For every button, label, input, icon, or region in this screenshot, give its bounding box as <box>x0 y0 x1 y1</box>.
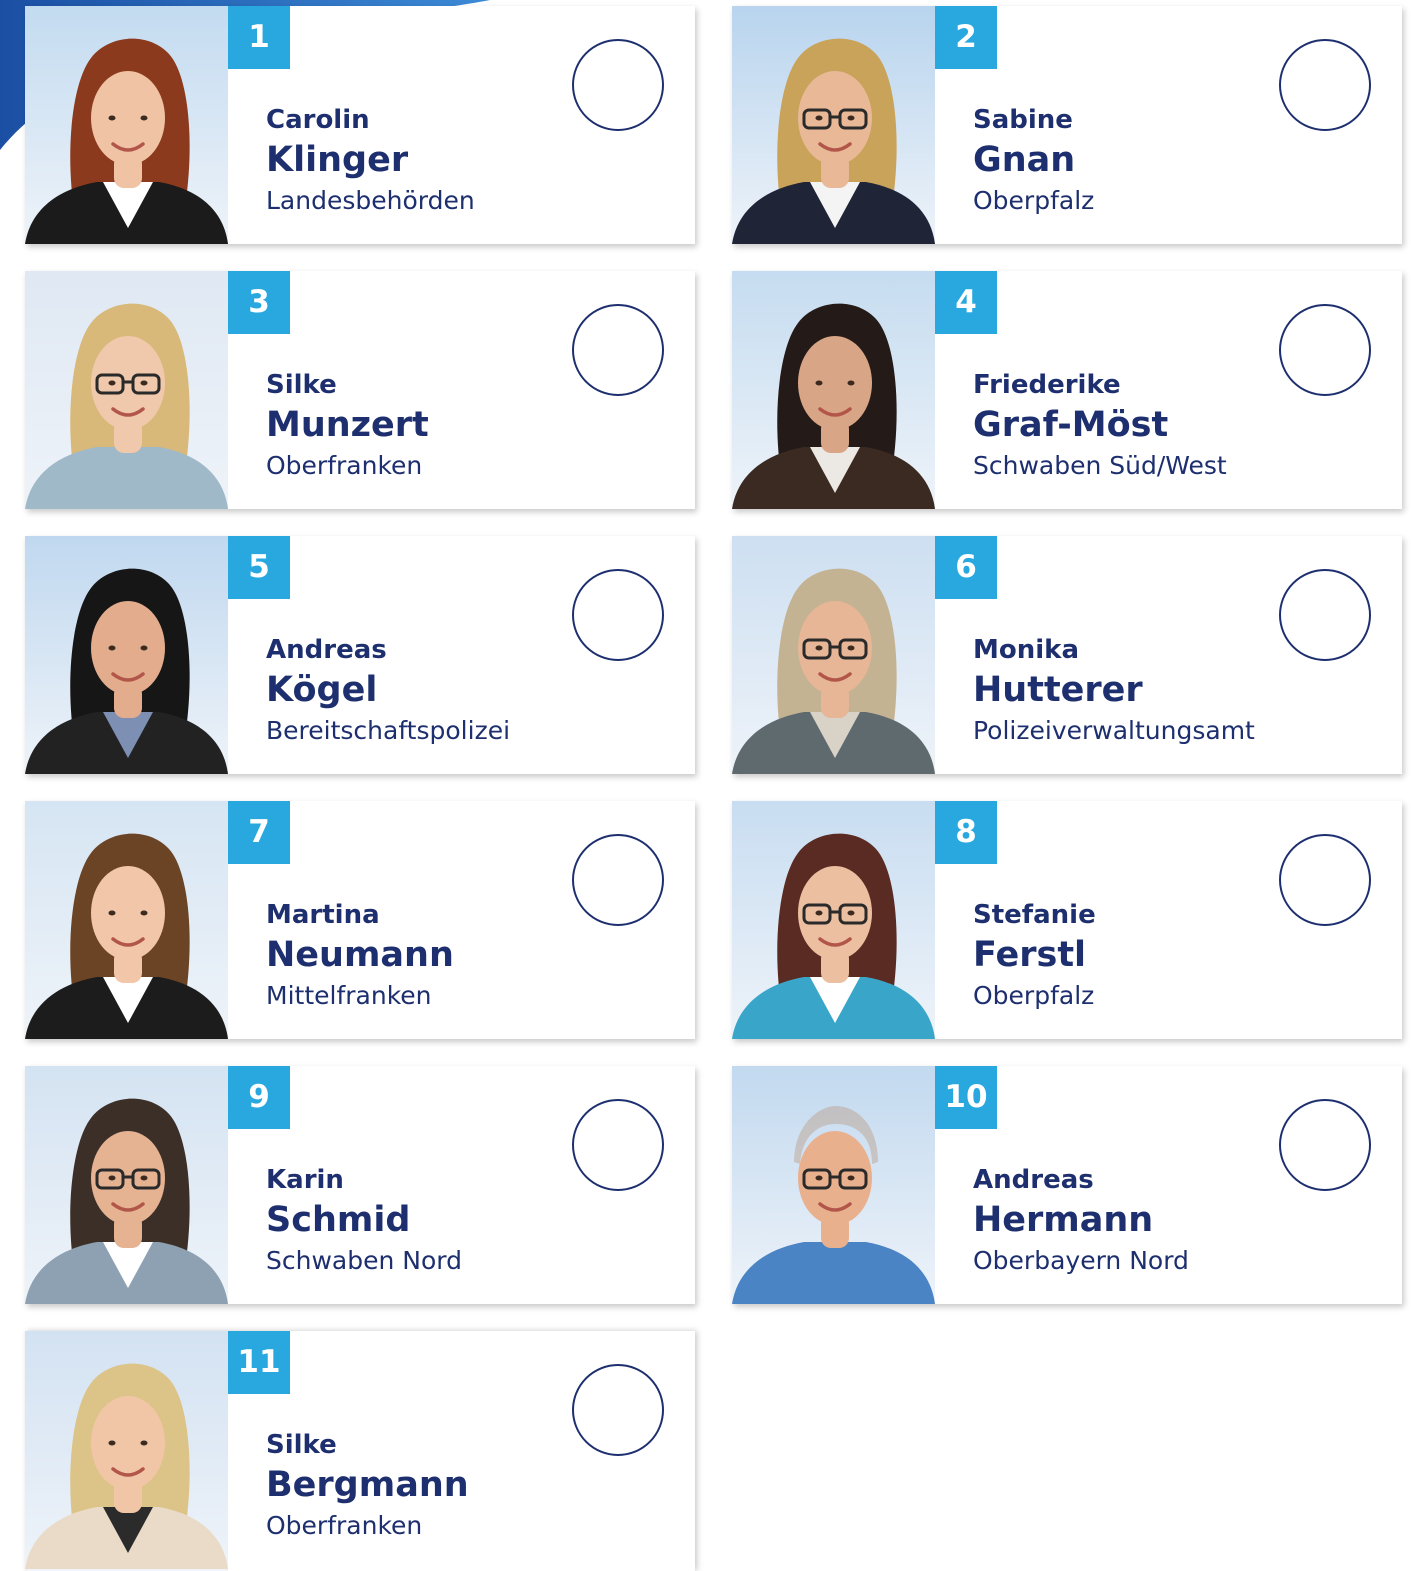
vote-checkbox[interactable] <box>572 569 664 661</box>
candidate-first-name: Andreas <box>973 1165 1094 1195</box>
candidate-region: Oberpfalz <box>973 186 1095 215</box>
vote-checkbox[interactable] <box>1279 569 1371 661</box>
candidate-first-name: Friederike <box>973 370 1121 400</box>
candidate-first-name: Andreas <box>266 635 387 665</box>
candidate-region: Oberpfalz <box>973 981 1095 1010</box>
candidate-number-badge: 6 <box>935 536 997 599</box>
candidate-photo <box>732 6 935 244</box>
vote-checkbox[interactable] <box>572 1364 664 1456</box>
candidate-region: Oberfranken <box>266 1511 423 1540</box>
candidate-number-badge: 7 <box>228 801 290 864</box>
candidate-card[interactable]: 11 Silke Bergmann Oberfranken <box>25 1331 695 1571</box>
candidate-last-name: Gnan <box>973 140 1076 180</box>
candidate-last-name: Ferstl <box>973 935 1087 975</box>
candidate-photo <box>25 536 228 774</box>
candidate-photo <box>25 1066 228 1304</box>
vote-checkbox[interactable] <box>572 834 664 926</box>
candidate-region: Oberbayern Nord <box>973 1246 1189 1275</box>
candidate-card[interactable]: 1 Carolin Klinger Landesbehörden <box>25 6 695 244</box>
candidate-first-name: Karin <box>266 1165 344 1195</box>
candidate-region: Schwaben Süd/West <box>973 451 1227 480</box>
candidate-number-badge: 4 <box>935 271 997 334</box>
candidate-last-name: Munzert <box>266 405 429 445</box>
candidate-number-badge: 8 <box>935 801 997 864</box>
vote-checkbox[interactable] <box>1279 304 1371 396</box>
candidate-first-name: Silke <box>266 370 337 400</box>
candidate-region: Landesbehörden <box>266 186 475 215</box>
candidate-card[interactable]: 5 Andreas Kögel Bereitschaftspolizei <box>25 536 695 774</box>
candidate-first-name: Silke <box>266 1430 337 1460</box>
candidate-photo <box>732 801 935 1039</box>
candidate-first-name: Carolin <box>266 105 370 135</box>
candidate-last-name: Neumann <box>266 935 454 975</box>
candidate-photo <box>732 271 935 509</box>
candidate-first-name: Monika <box>973 635 1079 665</box>
candidate-region: Oberfranken <box>266 451 423 480</box>
vote-checkbox[interactable] <box>1279 834 1371 926</box>
candidate-grid: 1 Carolin Klinger Landesbehörden 2 Sabine Gnan… <box>0 0 1411 1571</box>
candidate-number-badge: 1 <box>228 6 290 69</box>
candidate-last-name: Hermann <box>973 1200 1154 1240</box>
candidate-card[interactable]: 7 Martina Neumann Mittelfranken <box>25 801 695 1039</box>
candidate-number-badge: 9 <box>228 1066 290 1129</box>
vote-checkbox[interactable] <box>572 39 664 131</box>
candidate-number-badge: 3 <box>228 271 290 334</box>
candidate-photo <box>732 536 935 774</box>
candidate-region: Schwaben Nord <box>266 1246 462 1275</box>
candidate-last-name: Hutterer <box>973 670 1143 710</box>
candidate-card[interactable]: 3 Silke Munzert Oberfranken <box>25 271 695 509</box>
candidate-card[interactable]: 9 Karin Schmid Schwaben Nord <box>25 1066 695 1304</box>
candidate-number-badge: 10 <box>935 1066 997 1129</box>
candidate-region: Polizeiverwaltungsamt <box>973 716 1255 745</box>
candidate-photo <box>25 271 228 509</box>
candidate-last-name: Kögel <box>266 670 378 710</box>
candidate-card[interactable]: 6 Monika Hutterer Polizeiverwaltungsamt <box>732 536 1402 774</box>
candidate-first-name: Sabine <box>973 105 1073 135</box>
vote-checkbox[interactable] <box>1279 1099 1371 1191</box>
candidate-photo <box>25 6 228 244</box>
candidate-card[interactable]: 10 Andreas Hermann Oberbayern Nord <box>732 1066 1402 1304</box>
candidate-photo <box>25 801 228 1039</box>
candidate-photo <box>25 1331 228 1571</box>
candidate-first-name: Martina <box>266 900 380 930</box>
candidate-photo <box>732 1066 935 1304</box>
candidate-first-name: Stefanie <box>973 900 1096 930</box>
vote-checkbox[interactable] <box>1279 39 1371 131</box>
candidate-region: Bereitschaftspolizei <box>266 716 511 745</box>
candidate-last-name: Graf-Möst <box>973 405 1169 445</box>
candidate-last-name: Schmid <box>266 1200 411 1240</box>
vote-checkbox[interactable] <box>572 304 664 396</box>
candidate-region: Mittelfranken <box>266 981 432 1010</box>
candidate-card[interactable]: 2 Sabine Gnan Oberpfalz <box>732 6 1402 244</box>
candidate-last-name: Bergmann <box>266 1465 469 1505</box>
candidate-number-badge: 5 <box>228 536 290 599</box>
candidate-card[interactable]: 4 Friederike Graf-Möst Schwaben Süd/West <box>732 271 1402 509</box>
candidate-number-badge: 11 <box>228 1331 290 1394</box>
candidate-last-name: Klinger <box>266 140 409 180</box>
candidate-card[interactable]: 8 Stefanie Ferstl Oberpfalz <box>732 801 1402 1039</box>
candidate-number-badge: 2 <box>935 6 997 69</box>
vote-checkbox[interactable] <box>572 1099 664 1191</box>
